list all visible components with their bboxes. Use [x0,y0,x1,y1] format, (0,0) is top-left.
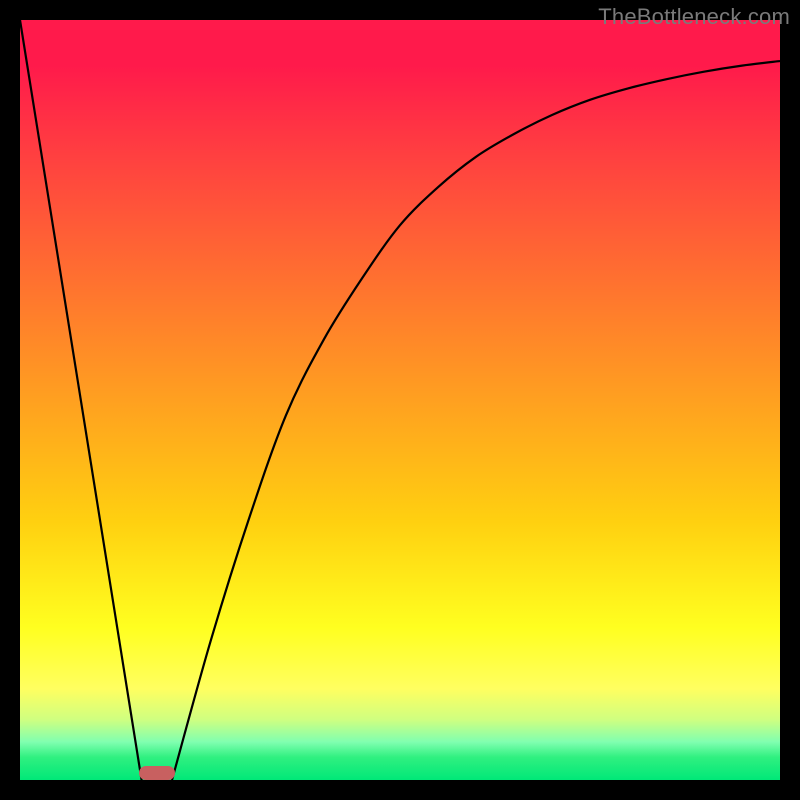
bottleneck-curves [20,20,780,780]
plot-area [20,20,780,780]
chart-frame: TheBottleneck.com [0,0,800,800]
curve-left-slope [20,20,142,780]
curve-right-saturating [172,61,780,780]
watermark-text: TheBottleneck.com [598,4,790,30]
optimal-point-marker [139,766,175,780]
